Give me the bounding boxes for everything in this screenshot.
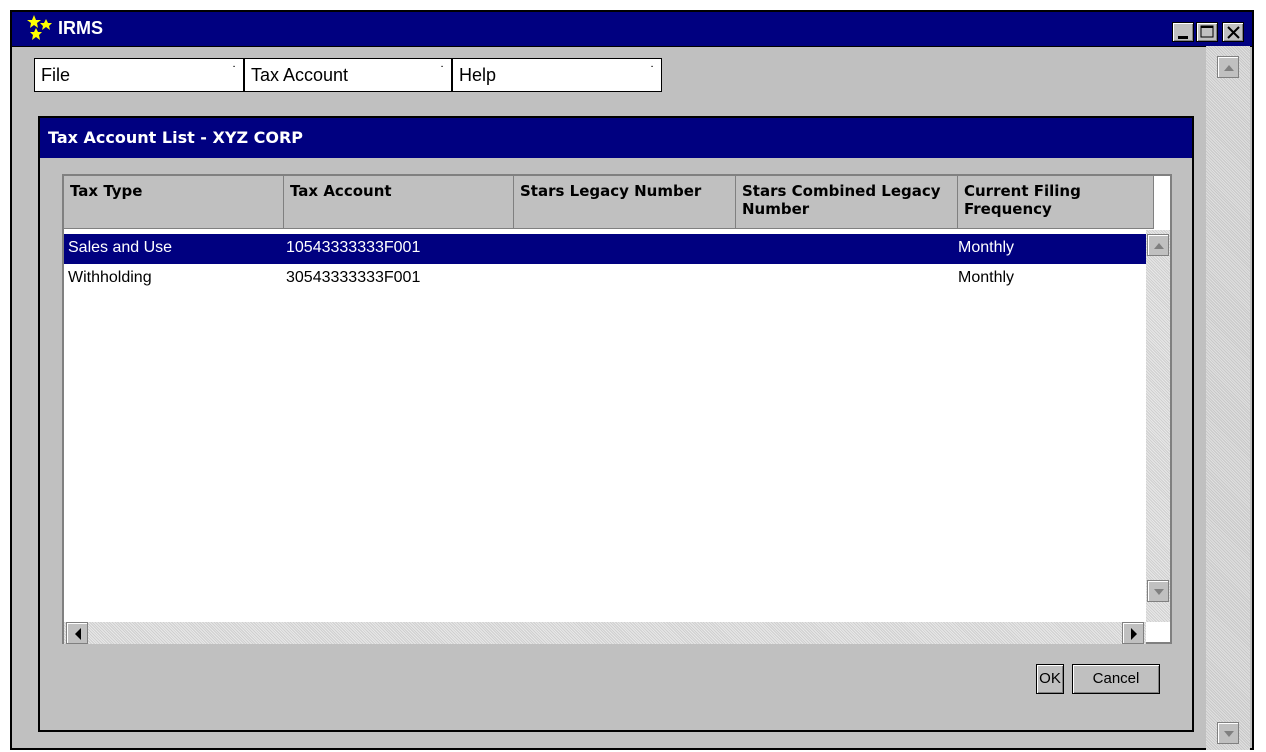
cell-tax-account: 30543333333F001 bbox=[286, 269, 421, 286]
grid-scroll-down-button[interactable] bbox=[1147, 580, 1169, 602]
grid-horizontal-scrollbar[interactable] bbox=[64, 622, 1146, 644]
maximize-button[interactable] bbox=[1196, 22, 1218, 42]
column-header-current-filing-frequency[interactable]: Current Filing Frequency bbox=[958, 176, 1154, 228]
menu-file-label: File bbox=[41, 65, 71, 85]
arrow-up-icon bbox=[1224, 65, 1234, 71]
scroll-down-button[interactable] bbox=[1217, 722, 1239, 744]
column-header-stars-legacy-number[interactable]: Stars Legacy Number bbox=[514, 176, 736, 228]
window-title: IRMS bbox=[58, 18, 103, 38]
menu-tax-account[interactable]: Tax Account ˙ bbox=[244, 58, 452, 92]
stars-app-icon bbox=[27, 15, 52, 40]
column-header-tax-account[interactable]: Tax Account bbox=[284, 176, 514, 228]
cell-current-filing-frequency: Monthly bbox=[958, 239, 1015, 256]
minimize-button[interactable] bbox=[1172, 22, 1194, 42]
table-row[interactable]: Sales and Use 10543333333F001 Monthly bbox=[64, 234, 1146, 264]
column-header-stars-combined-legacy-number[interactable]: Stars Combined Legacy Number bbox=[736, 176, 958, 228]
menu-file-dropdown-icon: ˙ bbox=[232, 63, 237, 79]
maximize-icon bbox=[1200, 25, 1214, 38]
close-button[interactable] bbox=[1222, 22, 1244, 42]
cancel-button[interactable]: Cancel bbox=[1072, 664, 1160, 694]
menu-help[interactable]: Help ˙ bbox=[452, 58, 662, 92]
title-bar[interactable]: IRMS bbox=[12, 12, 1252, 47]
ok-button[interactable]: OK bbox=[1036, 664, 1064, 694]
cell-tax-account: 10543333333F001 bbox=[286, 239, 421, 256]
cell-tax-type: Sales and Use bbox=[68, 239, 173, 256]
grid-scroll-up-button[interactable] bbox=[1147, 234, 1169, 256]
column-header-tax-type[interactable]: Tax Type bbox=[64, 176, 284, 228]
panel-title: Tax Account List - XYZ CORP bbox=[48, 128, 303, 147]
arrow-up-icon bbox=[1154, 243, 1164, 249]
scroll-up-button[interactable] bbox=[1217, 56, 1239, 78]
grid-scroll-left-button[interactable] bbox=[66, 622, 88, 644]
arrow-down-icon bbox=[1154, 589, 1164, 595]
menu-tax-account-label: Tax Account bbox=[251, 65, 349, 85]
menu-file[interactable]: File ˙ bbox=[34, 58, 244, 92]
arrow-left-icon bbox=[75, 628, 81, 640]
window-vertical-scrollbar[interactable] bbox=[1206, 46, 1250, 750]
menu-tax-account-dropdown-icon: ˙ bbox=[440, 63, 445, 79]
cell-tax-type: Withholding bbox=[68, 269, 152, 286]
tax-account-grid: Tax Type Tax Account Stars Legacy Number… bbox=[62, 174, 1172, 644]
grid-vertical-scrollbar[interactable] bbox=[1146, 230, 1170, 622]
grid-scroll-right-button[interactable] bbox=[1122, 622, 1144, 644]
arrow-right-icon bbox=[1131, 628, 1137, 640]
panel-title-bar: Tax Account List - XYZ CORP bbox=[40, 118, 1192, 158]
tax-account-list-panel: Tax Account List - XYZ CORP Tax Type Tax… bbox=[38, 116, 1194, 732]
table-row[interactable]: Withholding 30543333333F001 Monthly bbox=[64, 264, 1146, 294]
arrow-down-icon bbox=[1224, 731, 1234, 737]
menu-help-dropdown-icon: ˙ bbox=[650, 63, 655, 79]
irms-window: IRMS File ˙ Tax Account ˙ Help ˙ Tax Acc… bbox=[10, 10, 1254, 750]
grid-header: Tax Type Tax Account Stars Legacy Number… bbox=[64, 176, 1154, 229]
minimize-icon bbox=[1178, 36, 1188, 39]
cell-current-filing-frequency: Monthly bbox=[958, 269, 1015, 286]
menu-help-label: Help bbox=[459, 65, 497, 85]
close-icon bbox=[1227, 26, 1240, 39]
